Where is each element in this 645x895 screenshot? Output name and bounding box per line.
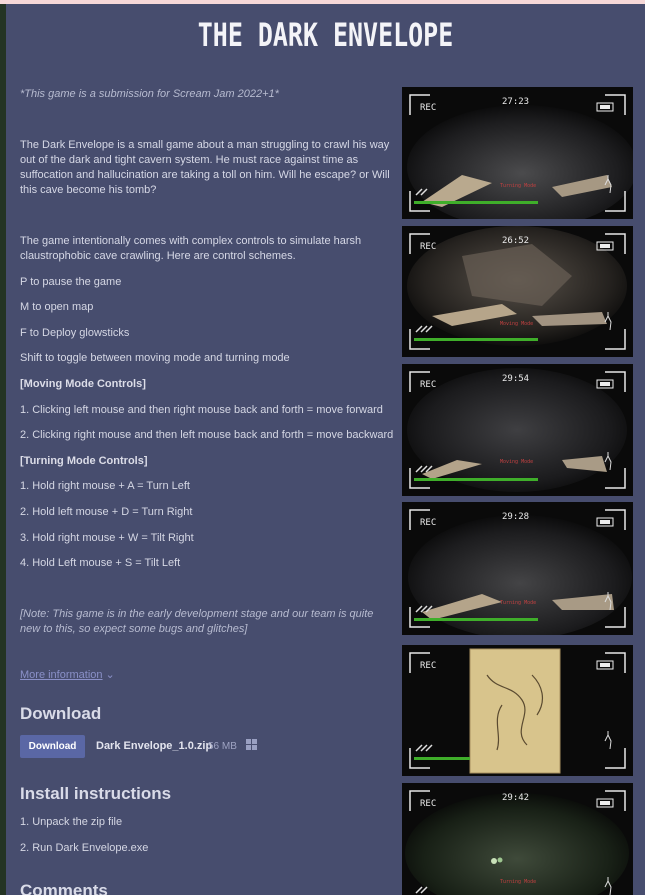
more-information-link[interactable]: More information ⌄ [20, 668, 115, 681]
screenshot-1-mode: Turning Mode [500, 183, 537, 189]
more-information-label: More information [20, 669, 103, 681]
download-heading: Download [20, 704, 102, 723]
turning-control-right: 2. Hold left mouse + D = Turn Right [20, 506, 193, 518]
install-step-2: 2. Run Dark Envelope.exe [20, 842, 149, 854]
moving-control-backward: 2. Clicking right mouse and then left mo… [20, 429, 394, 441]
description-paragraph: The Dark Envelope is a small game about … [20, 139, 390, 196]
turning-control-tilt-left: 4. Hold Left mouse + S = Tilt Left [20, 557, 181, 569]
install-heading: Install instructions [20, 784, 172, 803]
screenshot-5[interactable]: REC [402, 645, 633, 776]
screenshot-6-mode: Turning Mode [500, 879, 537, 885]
turning-control-left: 1. Hold right mouse + A = Turn Left [20, 480, 190, 492]
screenshot-3-rec-label: REC [420, 380, 437, 390]
screenshot-6-timer: 29:42 [502, 793, 530, 803]
comments-heading: Comments [20, 881, 108, 895]
screenshot-1-rec-label: REC [420, 103, 437, 113]
screenshot-3-timer: 29:54 [502, 374, 530, 384]
controls-intro: The game intentionally comes with comple… [20, 235, 362, 262]
control-map: M to open map [20, 301, 94, 313]
screenshot-4-timer: 29:28 [502, 512, 530, 522]
turning-control-tilt-right: 3. Hold right mouse + W = Tilt Right [20, 532, 194, 544]
screenshot-1[interactable]: REC 27:23 Turning Mode [402, 87, 633, 219]
game-title: THE DARK ENVELOPE [197, 16, 454, 54]
development-note: [Note: This game is in the early develop… [20, 608, 374, 635]
screenshot-6-rec-label: REC [420, 799, 437, 809]
screenshot-3[interactable]: REC 29:54 Moving Mode [402, 364, 633, 496]
screenshot-2[interactable]: REC 26:52 Moving Mode [402, 226, 633, 357]
screenshot-1-timer: 27:23 [502, 97, 530, 107]
control-pause: P to pause the game [20, 276, 122, 288]
moving-mode-header: [Moving Mode Controls] [20, 378, 146, 390]
screenshot-3-mode: Moving Mode [500, 459, 534, 465]
screenshot-5-scene [402, 645, 633, 776]
screenshot-2-rec-label: REC [420, 242, 437, 252]
screenshot-4[interactable]: REC 29:28 Turning Mode [402, 502, 633, 635]
download-button[interactable]: Download [20, 735, 85, 758]
screenshot-4-rec-label: REC [420, 518, 437, 528]
install-step-1: 1. Unpack the zip file [20, 816, 123, 828]
moving-control-forward: 1. Clicking left mouse and then right mo… [20, 404, 383, 416]
screenshot-4-mode: Turning Mode [500, 600, 537, 606]
screenshot-2-mode: Moving Mode [500, 321, 534, 327]
download-filesize: 56 MB [208, 741, 237, 752]
screenshot-6[interactable]: REC 29:42 Turning Mode [402, 783, 633, 895]
control-toggle: Shift to toggle between moving mode and … [20, 352, 290, 364]
turning-mode-header: [Turning Mode Controls] [20, 455, 148, 467]
control-glowsticks: F to Deploy glowsticks [20, 327, 130, 339]
chevron-down-icon: ⌄ [105, 669, 115, 681]
download-filename: Dark Envelope_1.0.zip [96, 740, 213, 752]
screenshot-5-rec-label: REC [420, 661, 437, 671]
submission-note: *This game is a submission for Scream Ja… [20, 88, 279, 100]
screenshot-2-timer: 26:52 [502, 236, 530, 246]
windows-icon [246, 739, 257, 750]
game-page: THE DARK ENVELOPE *This game is a submis… [6, 4, 645, 895]
